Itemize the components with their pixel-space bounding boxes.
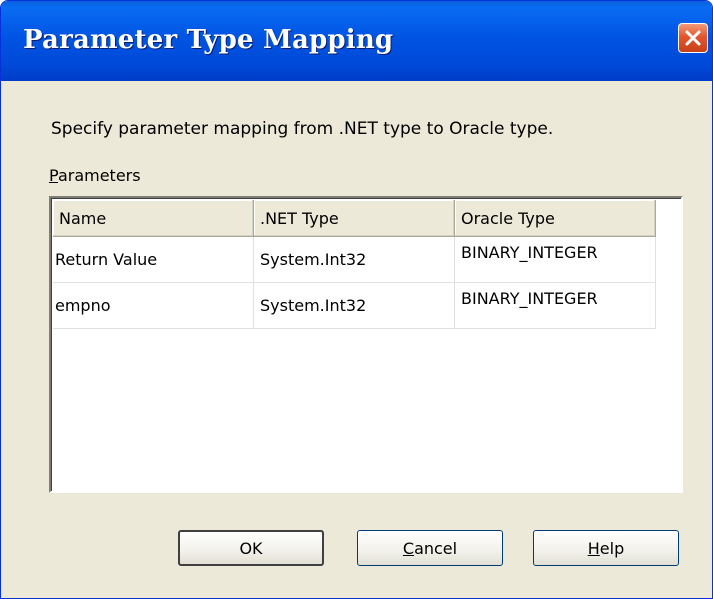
ok-button-label: OK [239, 538, 263, 558]
help-button-label: elp [599, 538, 625, 558]
help-accelerator: H [587, 538, 600, 558]
cancel-button-label: ancel [414, 538, 458, 558]
dialog-window: Parameter Type Mapping Specify parameter… [0, 0, 713, 599]
table-header-row: Name .NET Type Oracle Type [53, 200, 656, 237]
cancel-button[interactable]: Cancel [357, 530, 503, 566]
cell-name: Return Value [53, 236, 254, 283]
column-header-oracle-type[interactable]: Oracle Type [454, 200, 656, 237]
instruction-text: Specify parameter mapping from .NET type… [51, 119, 554, 139]
parameters-table: Name .NET Type Oracle Type Return Value … [53, 200, 656, 329]
table-row[interactable]: empno System.Int32 BINARY_INTEGER [53, 282, 656, 329]
parameters-label: Parameters [49, 166, 141, 185]
parameters-list[interactable]: Name .NET Type Oracle Type Return Value … [49, 196, 683, 493]
cell-net-type: System.Int32 [253, 236, 455, 283]
column-header-name[interactable]: Name [53, 200, 254, 237]
table-row[interactable]: Return Value System.Int32 BINARY_INTEGER [53, 236, 656, 283]
ok-button[interactable]: OK [178, 530, 324, 566]
column-header-net-type[interactable]: .NET Type [253, 200, 455, 237]
close-button[interactable] [678, 23, 708, 53]
help-button[interactable]: Help [533, 530, 679, 566]
cell-oracle-type[interactable]: BINARY_INTEGER [454, 282, 656, 329]
cancel-accelerator: C [402, 538, 415, 558]
cell-name: empno [53, 282, 254, 329]
cell-net-type: System.Int32 [253, 282, 455, 329]
dialog-body: Specify parameter mapping from .NET type… [1, 81, 712, 598]
title-bar[interactable]: Parameter Type Mapping [1, 1, 712, 81]
close-icon [685, 30, 701, 46]
parameters-label-rest: arameters [57, 166, 141, 185]
cell-oracle-type[interactable]: BINARY_INTEGER [454, 236, 656, 283]
window-title: Parameter Type Mapping [23, 25, 394, 55]
parameters-label-accelerator: P [49, 166, 58, 185]
